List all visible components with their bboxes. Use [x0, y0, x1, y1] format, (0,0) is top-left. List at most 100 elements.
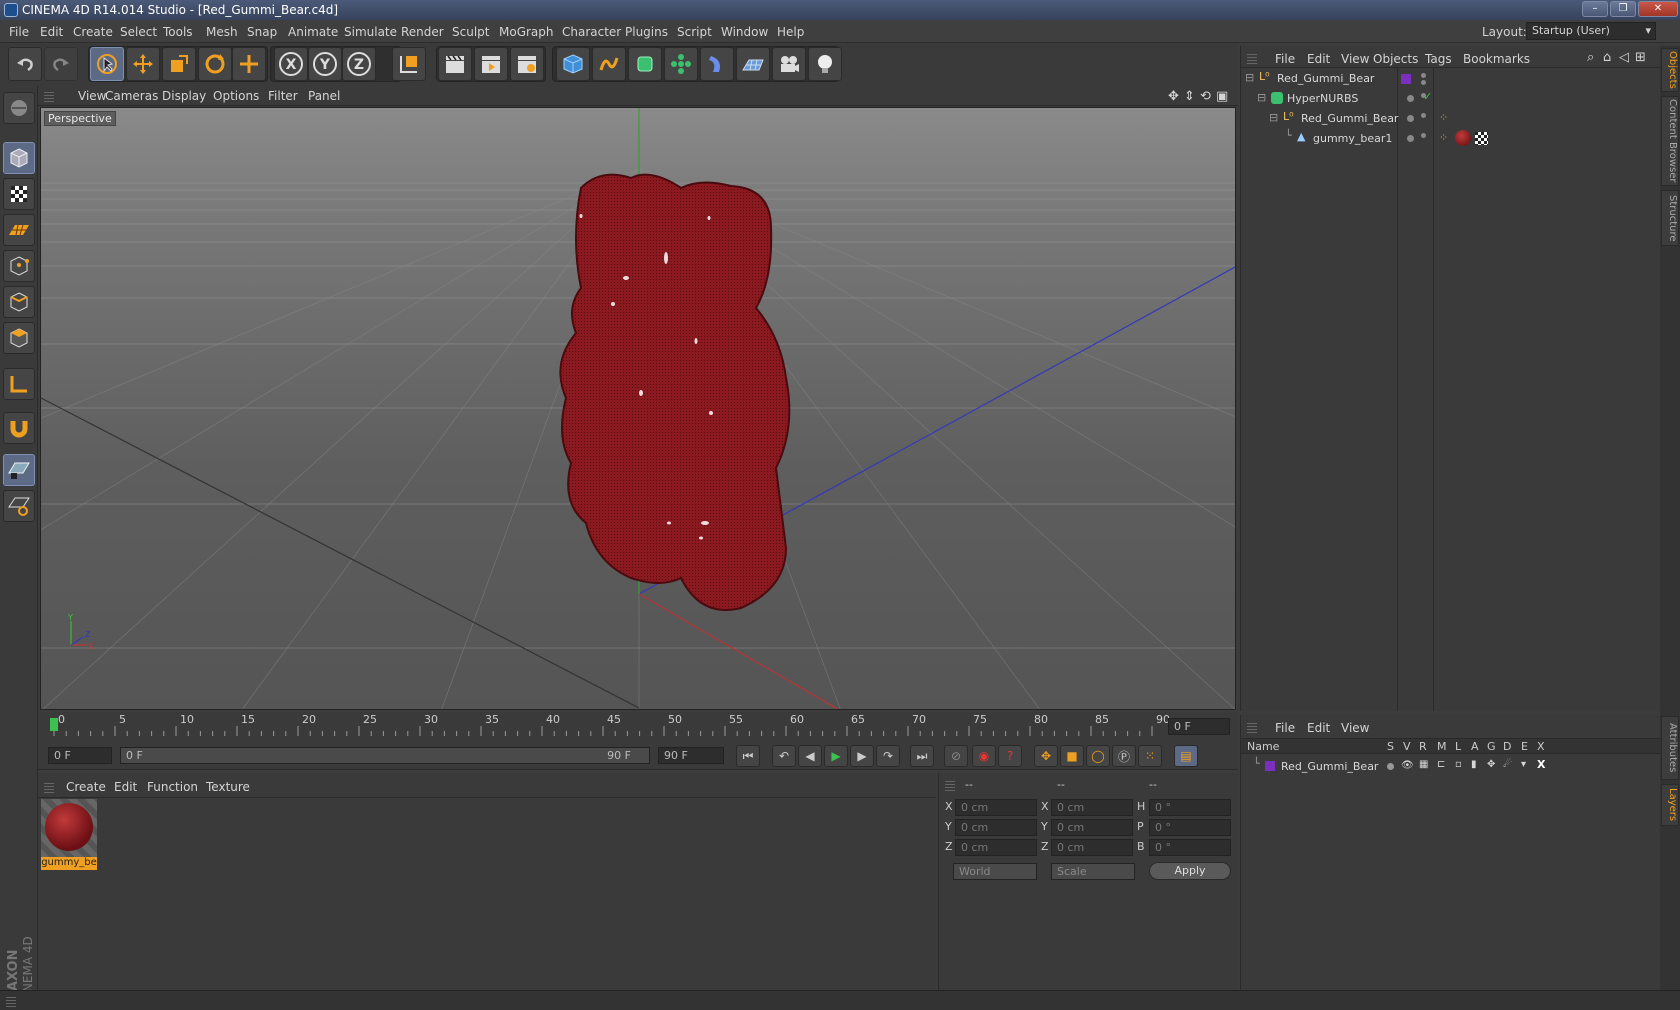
size-y-field[interactable]: 0 cm	[1051, 819, 1133, 836]
live-selection-button[interactable]	[90, 47, 124, 81]
camera-label[interactable]: Perspective	[44, 111, 116, 126]
new-window-icon[interactable]: ⊞	[1635, 50, 1646, 65]
end-frame-field[interactable]: 90 F	[658, 747, 724, 764]
tab-content-browser[interactable]: Content Browser	[1661, 96, 1679, 186]
tab-layers[interactable]: Layers	[1661, 784, 1679, 826]
deformer-icon[interactable]: ☄	[1503, 759, 1512, 770]
rotation-h-field[interactable]: 0 °	[1149, 799, 1231, 816]
grip-handle[interactable]	[1247, 721, 1257, 733]
auto-keying-button[interactable]: ◉	[972, 745, 996, 767]
layer-color-swatch[interactable]	[1265, 761, 1275, 771]
tab-structure[interactable]: Structure	[1661, 190, 1679, 246]
enabled-check-icon[interactable]: ✓	[1423, 90, 1432, 103]
collapse-icon[interactable]: ⊟	[1245, 71, 1254, 84]
dolly-view-icon[interactable]: ⇕	[1184, 89, 1195, 104]
home-icon[interactable]: ⌂	[1603, 50, 1611, 65]
keyframe-selection-button[interactable]: ?	[998, 745, 1022, 767]
position-y-field[interactable]: 0 cm	[955, 819, 1037, 836]
menu-edit[interactable]: Edit	[40, 25, 63, 39]
column-manager[interactable]: M	[1437, 740, 1447, 753]
go-to-start-button[interactable]: ⏮	[736, 745, 760, 767]
viewport-menu-filter[interactable]: Filter	[268, 89, 298, 103]
timeline-track[interactable]: 0 5 10 15 20 25 30 35 40 45 50 55 60 65 70 75 80 85 90	[50, 713, 1170, 738]
menu-select[interactable]: Select	[120, 25, 157, 39]
key-pla-button[interactable]: ⁙	[1138, 745, 1162, 767]
previous-key-button[interactable]: ↶	[772, 745, 796, 767]
generator-icon[interactable]: ✥	[1487, 759, 1495, 770]
objects-menu-edit[interactable]: Edit	[1307, 52, 1330, 66]
x-axis-button[interactable]: X	[274, 47, 308, 81]
material-menu-edit[interactable]: Edit	[114, 780, 137, 794]
close-window-button[interactable]: ✕	[1638, 1, 1678, 17]
column-name[interactable]: Name	[1247, 740, 1279, 753]
editor-visibility-dot[interactable]	[1421, 133, 1426, 138]
editor-visibility-dot[interactable]	[1421, 113, 1426, 118]
layer-row[interactable]: └ Red_Gummi_Bear 👁 ▦ ⊏ ▫ ▮ ✥ ☄ ▾ X	[1241, 757, 1661, 776]
viewport-menu-panel[interactable]: Panel	[308, 89, 340, 103]
menu-create[interactable]: Create	[73, 25, 113, 39]
snap-button[interactable]	[3, 412, 35, 444]
workplane-lock-button[interactable]	[3, 454, 35, 486]
viewport-menu-display[interactable]: Display	[162, 89, 206, 103]
deformer-button[interactable]	[700, 47, 734, 81]
model-mode-button[interactable]	[3, 142, 35, 174]
render-picture-viewer-button[interactable]	[474, 47, 508, 81]
xref-icon[interactable]: X	[1537, 758, 1545, 771]
timeline-window-button[interactable]: ▤	[1174, 745, 1198, 767]
polygons-mode-button[interactable]	[3, 322, 35, 354]
grip-handle[interactable]	[1247, 52, 1257, 64]
objects-menu-bookmarks[interactable]: Bookmarks	[1463, 52, 1530, 66]
make-editable-button[interactable]	[3, 92, 35, 124]
grip-handle[interactable]	[44, 90, 54, 102]
grid-rotate-button[interactable]	[3, 490, 35, 522]
start-frame-field[interactable]: 0 F	[48, 747, 112, 764]
menu-render[interactable]: Render	[401, 25, 444, 39]
viewport-menu-options[interactable]: Options	[213, 89, 259, 103]
material-menu-create[interactable]: Create	[66, 780, 106, 794]
rotate-tool-button[interactable]	[198, 47, 232, 81]
gummy-bear-model[interactable]	[41, 108, 1236, 710]
render-clapper-icon[interactable]: ▦	[1419, 759, 1428, 770]
viewport-menu-view[interactable]: View	[78, 89, 106, 103]
nurbs-button[interactable]	[628, 47, 662, 81]
texture-mode-button[interactable]	[3, 178, 35, 210]
objects-menu-tags[interactable]: Tags	[1425, 52, 1452, 66]
column-locked[interactable]: L	[1455, 740, 1461, 753]
column-solo[interactable]: S	[1387, 740, 1394, 753]
size-x-field[interactable]: 0 cm	[1051, 799, 1133, 816]
layout-select[interactable]: Startup (User) ▾	[1526, 22, 1656, 40]
column-xref[interactable]: X	[1537, 740, 1545, 753]
column-animation[interactable]: A	[1471, 740, 1479, 753]
size-z-field[interactable]: 0 cm	[1051, 839, 1133, 856]
manager-tree-icon[interactable]: ⊏	[1437, 759, 1445, 770]
visibility-dot[interactable]	[1407, 115, 1414, 122]
key-position-button[interactable]: ✥	[1034, 745, 1058, 767]
position-z-field[interactable]: 0 cm	[955, 839, 1037, 856]
collapse-icon[interactable]: ⊟	[1269, 111, 1278, 124]
spline-button[interactable]	[592, 47, 626, 81]
play-button[interactable]: ▶	[824, 745, 848, 767]
editor-visibility-dot[interactable]	[1421, 73, 1426, 78]
object-row[interactable]: └ ▲ gummy_bear1 ⁘	[1241, 129, 1661, 148]
rotate-view-icon[interactable]: ⟲	[1200, 89, 1211, 104]
key-rotation-button[interactable]: ◯	[1086, 745, 1110, 767]
phong-tag-icon[interactable]: ⁘	[1439, 111, 1448, 124]
menu-sculpt[interactable]: Sculpt	[452, 25, 489, 39]
viewport-menu-cameras[interactable]: Cameras	[105, 89, 158, 103]
objects-menu-objects[interactable]: Objects	[1373, 52, 1418, 66]
object-row[interactable]: ⊟ L⁰ Red_Gummi_Bear	[1241, 69, 1661, 88]
layers-menu-edit[interactable]: Edit	[1307, 721, 1330, 735]
grip-handle[interactable]	[44, 781, 54, 793]
render-settings-button[interactable]	[510, 47, 544, 81]
coordinate-system-button[interactable]	[392, 47, 426, 81]
layers-menu-view[interactable]: View	[1341, 721, 1369, 735]
key-scale-button[interactable]: ■	[1060, 745, 1084, 767]
menu-plugins[interactable]: Plugins	[625, 25, 668, 39]
maximize-view-icon[interactable]: ▣	[1216, 89, 1228, 104]
tab-attributes[interactable]: Attributes	[1661, 716, 1679, 780]
render-visibility-dot[interactable]	[1421, 80, 1426, 85]
column-deformers[interactable]: D	[1503, 740, 1511, 753]
phong-tag-icon[interactable]: ⁘	[1439, 131, 1448, 144]
undo-button[interactable]	[8, 47, 42, 81]
layer-color-swatch[interactable]	[1401, 74, 1411, 84]
